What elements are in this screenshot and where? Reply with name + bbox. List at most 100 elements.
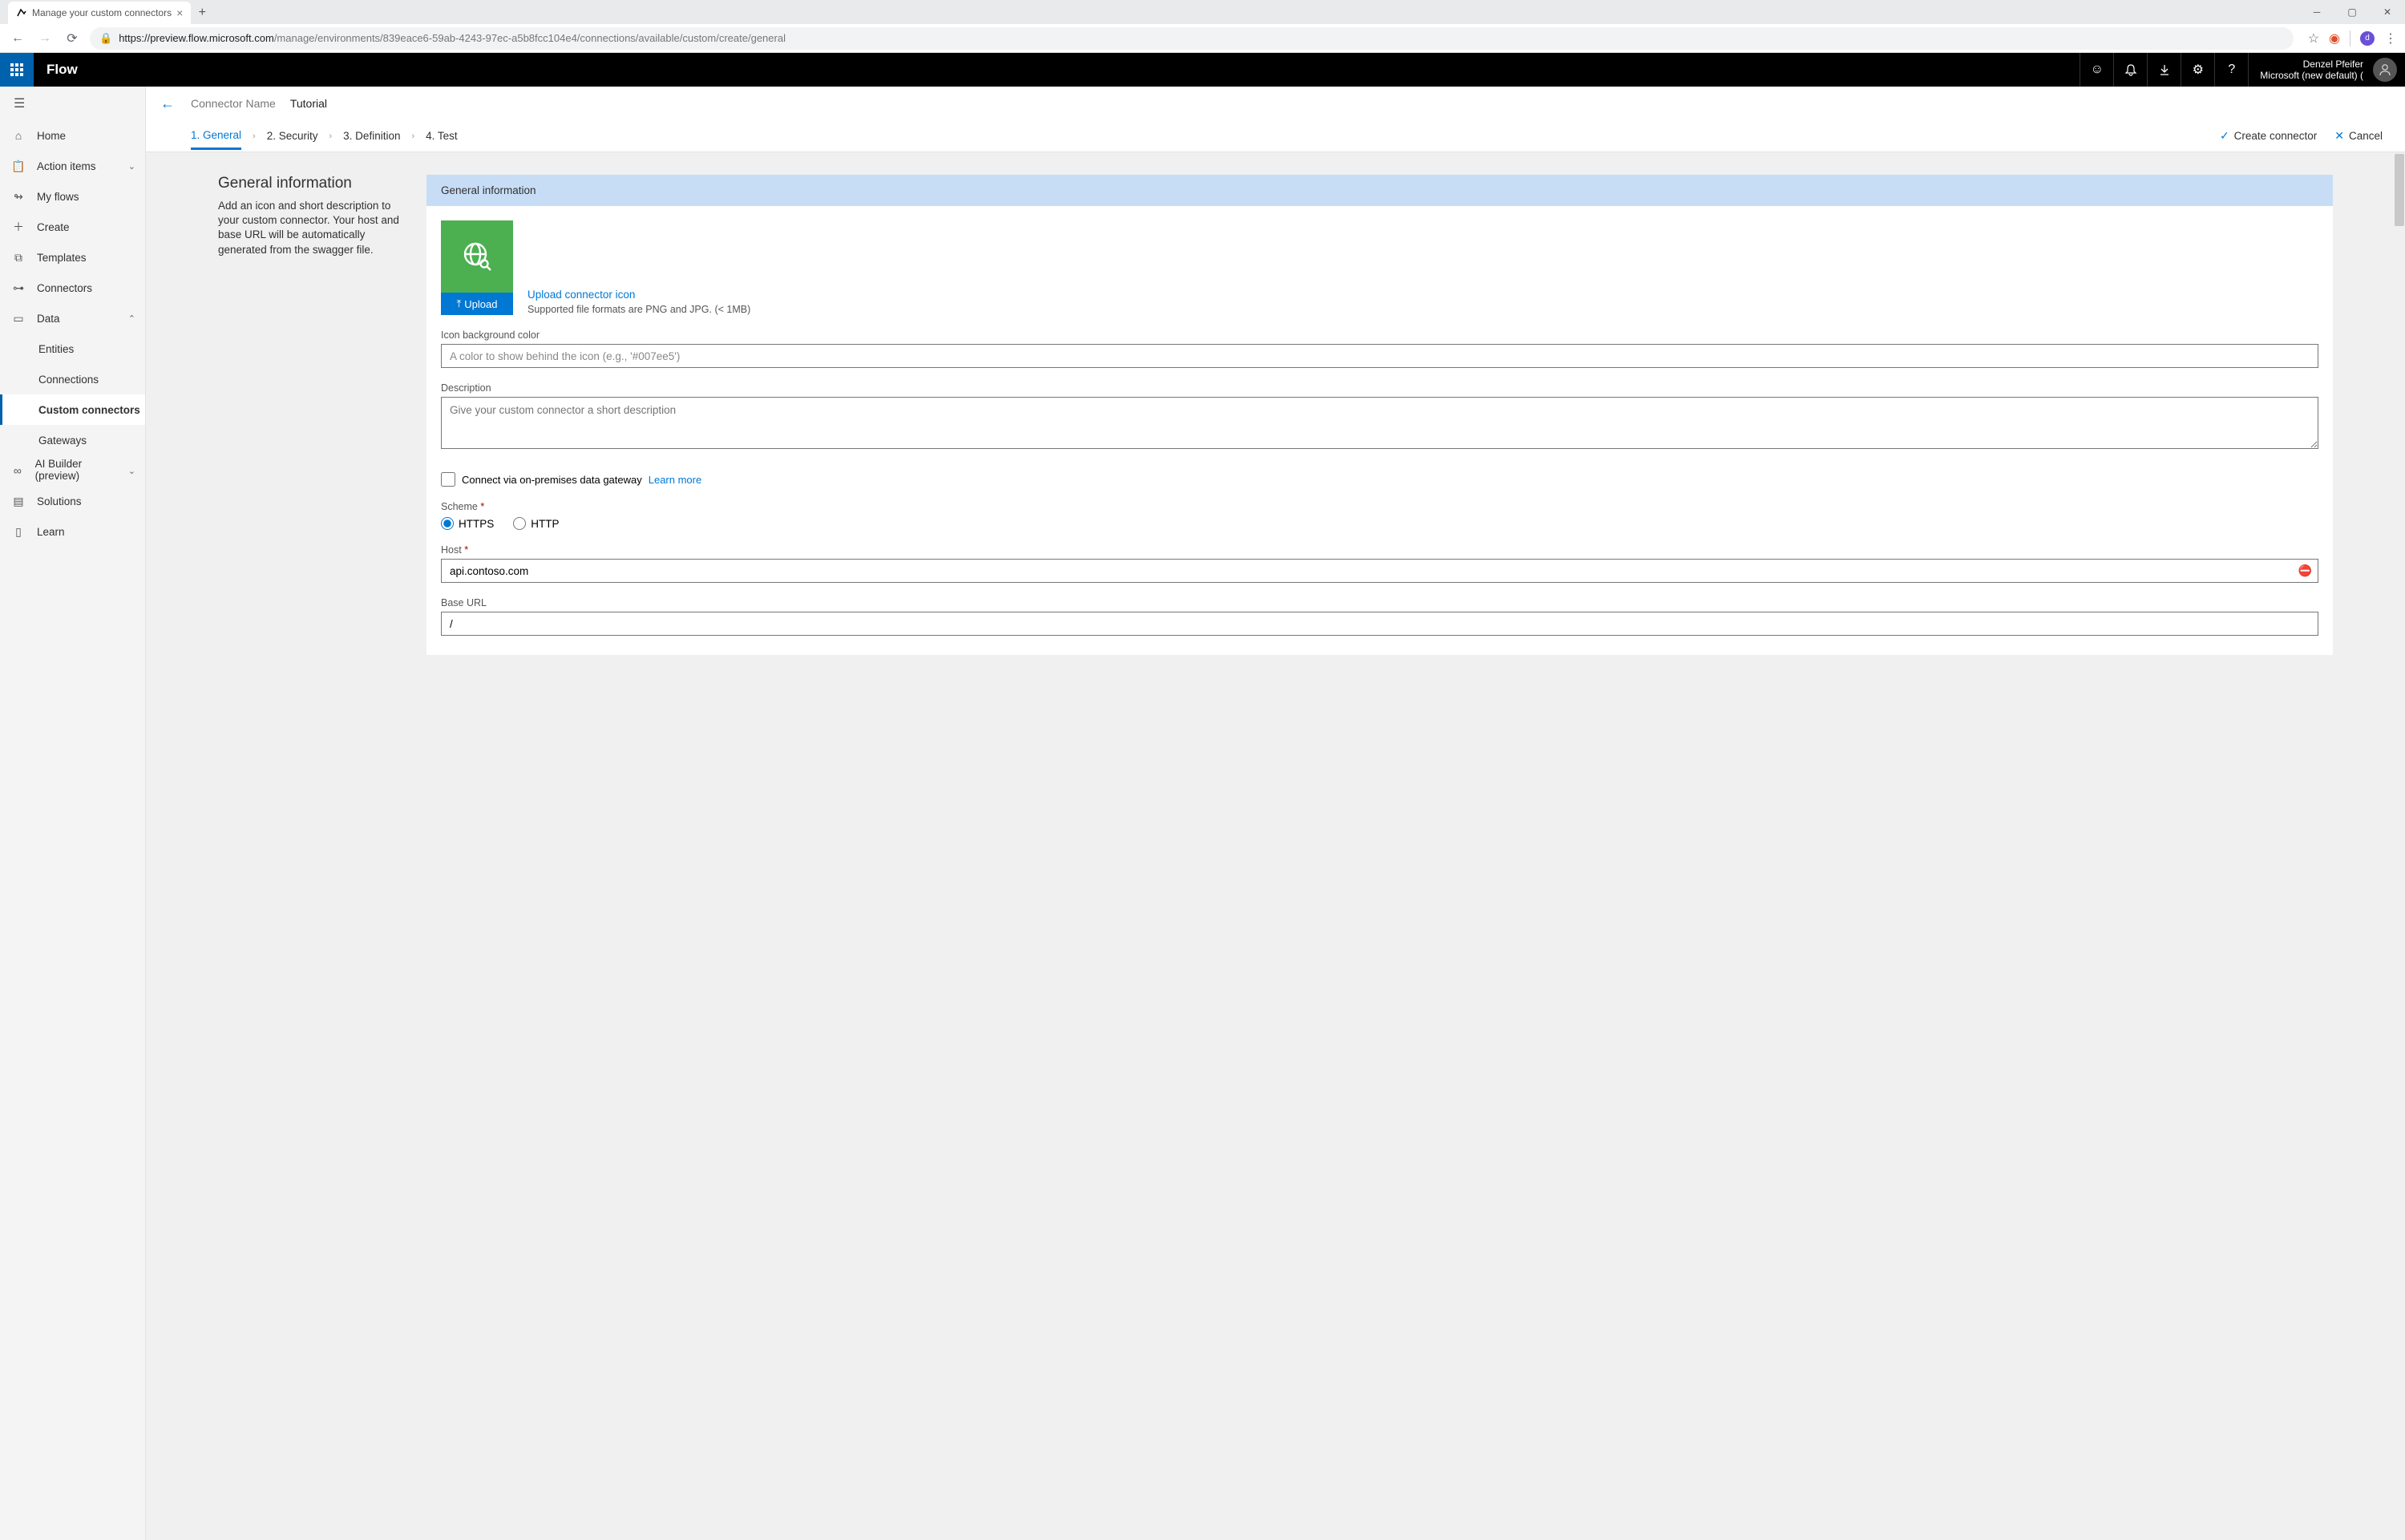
sidebar-item-label: Create [37,221,70,233]
tab-title: Manage your custom connectors [32,7,172,18]
sidebar-item-label: Action items [37,160,96,172]
error-icon: ⛔ [2298,564,2312,578]
notifications-icon[interactable] [2113,53,2147,87]
user-name: Denzel Pfeifer [2260,59,2363,70]
https-radio[interactable] [441,517,454,530]
browser-menu-icon[interactable]: ⋮ [2384,30,2397,46]
icon-bg-label: Icon background color [441,329,2318,341]
sidebar-sub-entities[interactable]: Entities [0,333,145,364]
browser-forward[interactable]: → [35,31,55,46]
section-side-info: General information Add an icon and shor… [218,175,402,655]
sidebar-item-connectors[interactable]: ⊶ Connectors [0,273,145,303]
icon-bg-input[interactable] [441,344,2318,368]
scheme-https-option[interactable]: HTTPS [441,517,494,530]
step-general[interactable]: 1. General [191,123,241,150]
sidebar-sub-gateways[interactable]: Gateways [0,425,145,455]
required-marker: * [464,544,468,556]
browser-chrome: Manage your custom connectors × + ─ ▢ ✕ … [0,0,2405,53]
upload-hint: Supported file formats are PNG and JPG. … [527,304,750,315]
baseurl-input[interactable] [441,612,2318,636]
sidebar-item-learn[interactable]: ▯ Learn [0,516,145,547]
chevron-right-icon: › [253,131,256,141]
sidebar: ☰ ⌂ Home 📋 Action items ⌄ ↬ My flows ＋ C… [0,87,146,1540]
app-title: Flow [46,62,78,78]
sidebar-item-label: Custom connectors [38,404,140,416]
book-icon: ▯ [11,525,26,539]
browser-profile[interactable]: d [2360,31,2375,46]
browser-tab[interactable]: Manage your custom connectors × [8,2,191,24]
sidebar-item-my-flows[interactable]: ↬ My flows [0,181,145,212]
general-info-card: General information [426,175,2333,655]
sidebar-item-label: Data [37,313,60,325]
chevron-down-icon: ⌄ [128,466,135,476]
sidebar-item-templates[interactable]: ⧉ Templates [0,242,145,273]
download-icon[interactable] [2147,53,2181,87]
bookmark-star-icon[interactable]: ☆ [2308,30,2319,46]
sidebar-item-ai-builder[interactable]: ∞ AI Builder (preview) ⌄ [0,455,145,486]
clipboard-icon: 📋 [11,160,26,173]
chevron-right-icon: › [411,131,414,141]
settings-gear-icon[interactable]: ⚙ [2181,53,2214,87]
flow-icon: ↬ [11,190,26,204]
address-bar[interactable]: 🔒 https://preview.flow.microsoft.com/man… [90,27,2294,50]
solutions-icon: ▤ [11,495,26,508]
sidebar-item-home[interactable]: ⌂ Home [0,120,145,151]
browser-back[interactable]: ← [8,31,27,46]
app-launcher[interactable] [0,53,34,87]
new-tab-button[interactable]: + [191,2,213,24]
connector-icon-preview [441,220,513,293]
user-environment: Microsoft (new default) ( [2260,70,2363,81]
user-avatar[interactable] [2373,58,2397,82]
extension-icon[interactable]: ◉ [2329,30,2340,46]
window-maximize[interactable]: ▢ [2334,0,2370,24]
cancel-button[interactable]: ✕ Cancel [2334,129,2383,143]
gateway-checkbox[interactable] [441,472,455,487]
sidebar-item-data[interactable]: ▭ Data ⌃ [0,303,145,333]
chevron-right-icon: › [329,131,333,141]
upload-connector-icon-link[interactable]: Upload connector icon [527,289,635,301]
sidebar-item-label: Connections [38,374,99,386]
host-input[interactable] [441,559,2318,583]
upload-icon: ⤒ [457,297,462,310]
close-icon: ✕ [2334,129,2344,143]
help-icon[interactable]: ? [2214,53,2248,87]
url-path: /manage/environments/839eace6-59ab-4243-… [274,32,786,44]
scrollbar-track[interactable] [2394,152,2405,1540]
sidebar-item-label: AI Builder (preview) [35,459,117,483]
description-input[interactable] [441,397,2318,449]
connector-name-value: Tutorial [290,97,327,110]
scheme-http-option[interactable]: HTTP [513,517,559,530]
connectors-icon: ⊶ [11,281,26,295]
upload-button[interactable]: ⤒ Upload [441,293,513,315]
section-description: Add an icon and short description to you… [218,199,402,257]
scrollbar-thumb[interactable] [2395,154,2404,226]
sidebar-item-label: Templates [37,252,87,264]
create-connector-button[interactable]: ✓ Create connector [2220,129,2317,143]
learn-more-link[interactable]: Learn more [649,474,701,486]
http-label: HTTP [531,518,559,530]
http-radio[interactable] [513,517,526,530]
description-label: Description [441,382,2318,394]
https-label: HTTPS [459,518,494,530]
browser-reload[interactable]: ⟳ [63,30,82,46]
chevron-down-icon: ⌄ [128,161,135,172]
window-minimize[interactable]: ─ [2299,0,2334,24]
sidebar-sub-connections[interactable]: Connections [0,364,145,394]
section-title: General information [218,175,402,192]
step-definition[interactable]: 3. Definition [343,123,400,148]
sidebar-item-action-items[interactable]: 📋 Action items ⌄ [0,151,145,181]
window-close[interactable]: ✕ [2370,0,2405,24]
sidebar-sub-custom-connectors[interactable]: Custom connectors [0,394,145,425]
back-arrow-icon[interactable]: ← [160,95,175,112]
sidebar-item-create[interactable]: ＋ Create [0,212,145,242]
connector-name-label: Connector Name [191,97,276,110]
sidebar-item-solutions[interactable]: ▤ Solutions [0,486,145,516]
tab-close-icon[interactable]: × [176,6,183,19]
sidebar-item-label: Home [37,130,66,142]
home-icon: ⌂ [11,129,26,142]
user-info[interactable]: Denzel Pfeifer Microsoft (new default) ( [2248,53,2370,87]
step-test[interactable]: 4. Test [426,123,458,148]
sidebar-hamburger[interactable]: ☰ [0,87,145,120]
smiley-feedback-icon[interactable]: ☺ [2080,53,2113,87]
step-security[interactable]: 2. Security [267,123,318,148]
